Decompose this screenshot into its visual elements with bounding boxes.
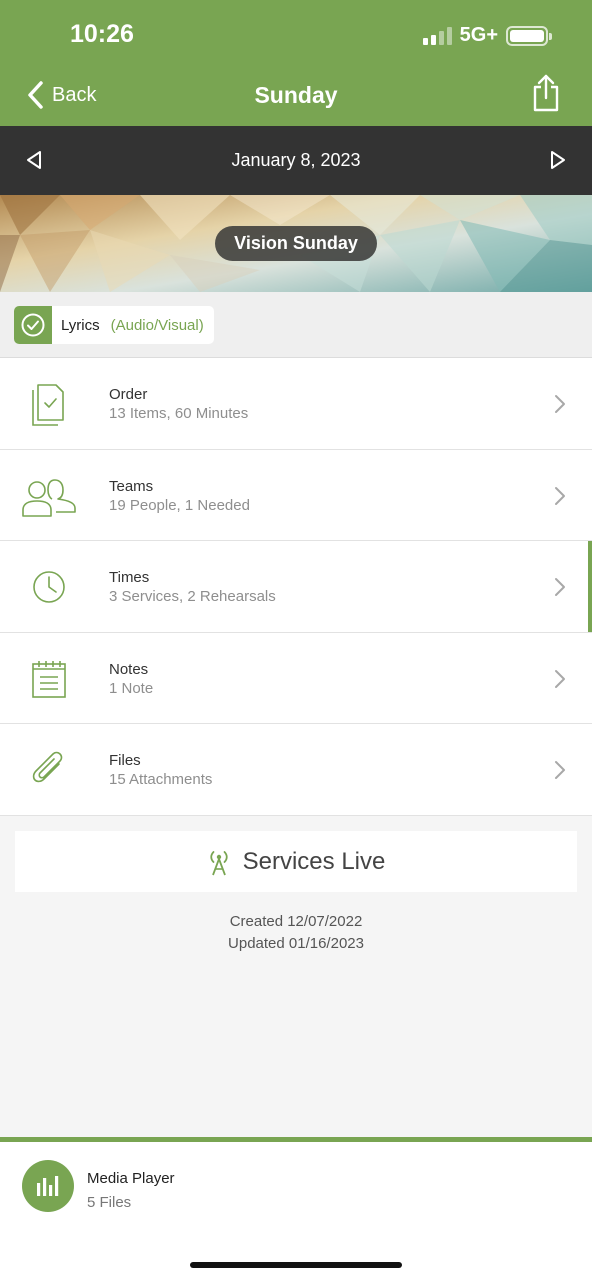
row-subtitle: 15 Attachments: [109, 771, 213, 789]
check-circle-icon: [14, 306, 52, 344]
media-player-title: Media Player: [87, 1170, 175, 1187]
media-player-bar[interactable]: Media Player 5 Files: [0, 1137, 592, 1280]
services-live-label: Services Live: [242, 847, 386, 875]
status-indicators: 5G+: [422, 24, 552, 47]
battery-icon: [506, 25, 552, 46]
chevron-right-icon: [555, 486, 565, 505]
notepad-icon: [18, 655, 80, 703]
chevron-right-icon: [555, 578, 565, 597]
chevron-right-icon: [555, 395, 565, 413]
triangle-right-icon[interactable]: [548, 150, 568, 170]
created-date: Created 12/07/2022: [229, 913, 363, 930]
row-title: Times: [109, 569, 150, 587]
tag-type: (Audio/Visual): [110, 316, 204, 334]
services-live-button[interactable]: Services Live: [15, 831, 577, 892]
list-item-notes[interactable]: Notes 1 Note: [0, 633, 592, 725]
updated-date: Updated 01/16/2023: [228, 935, 364, 952]
chevron-right-icon: [555, 761, 565, 780]
status-time: 10:26: [70, 20, 134, 48]
nav-header: 10:26 5G+ Back Sunday: [0, 0, 592, 126]
list-item-times[interactable]: Times 3 Services, 2 Rehearsals: [0, 541, 592, 633]
date-navigator: January 8, 2023: [0, 126, 592, 195]
list-item-teams[interactable]: Teams 19 People, 1 Needed: [0, 450, 592, 542]
row-title: Notes: [109, 660, 149, 678]
clock-icon: [18, 563, 80, 611]
home-indicator[interactable]: [190, 1262, 402, 1268]
list-item-files[interactable]: Files 15 Attachments: [0, 724, 592, 816]
plan-sections-list: Order 13 Items, 60 Minutes Teams 19 Peop…: [0, 358, 592, 816]
row-title: Order: [109, 386, 148, 403]
date-label: January 8, 2023: [231, 150, 361, 170]
audio-bars-icon: [22, 1160, 74, 1212]
tag-chip-lyrics[interactable]: Lyrics (Audio/Visual): [14, 306, 214, 344]
banner-title: Vision Sunday: [215, 226, 377, 261]
row-title: Teams: [109, 477, 154, 495]
row-subtitle: 1 Note: [109, 679, 154, 697]
page-title: Sunday: [254, 82, 338, 108]
share-icon[interactable]: [530, 74, 562, 112]
signal-icon: [422, 26, 452, 45]
broadcast-tower-icon: [209, 850, 228, 875]
network-label: 5G+: [459, 24, 498, 46]
series-banner: Vision Sunday: [0, 195, 592, 292]
chevron-right-icon: [555, 669, 565, 688]
list-item-order[interactable]: Order 13 Items, 60 Minutes: [0, 358, 592, 450]
people-icon: [18, 472, 80, 520]
row-title: Files: [109, 752, 141, 770]
media-player-subtitle: 5 Files: [87, 1194, 132, 1211]
row-subtitle: 3 Services, 2 Rehearsals: [109, 588, 276, 606]
row-subtitle: 19 People, 1 Needed: [109, 496, 250, 514]
tag-bar: Lyrics (Audio/Visual): [0, 292, 592, 358]
document-check-icon: [18, 380, 80, 428]
paperclip-icon: [18, 746, 80, 794]
tag-name: Lyrics: [61, 316, 100, 334]
row-subtitle: 13 Items, 60 Minutes: [109, 405, 249, 422]
